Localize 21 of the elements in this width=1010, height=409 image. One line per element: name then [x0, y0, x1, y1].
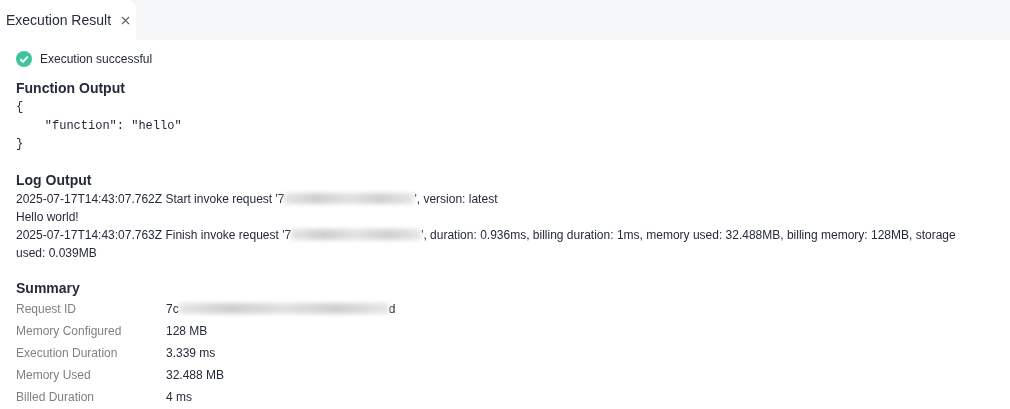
- close-icon[interactable]: [121, 15, 131, 25]
- summary-value: 4 ms: [166, 388, 192, 406]
- log-line: 2025-07-17T14:43:07.763Z Finish invoke request '7 ', duration: 0.936ms, billing duration: 1ms, memory used: 32.488MB, billing memory: 128MB, storage used: 0.039MB: [16, 226, 957, 262]
- log-line: Hello world!: [16, 208, 80, 226]
- summary-label: Request ID: [16, 300, 78, 318]
- code-line: {: [16, 99, 25, 116]
- code-line: }: [16, 136, 25, 153]
- status-text: Execution successful: [40, 51, 153, 68]
- section-heading: Function Output: [16, 79, 126, 98]
- summary-label: Billed Duration: [16, 388, 96, 406]
- summary-value: 32.488 MB: [166, 366, 225, 384]
- code-line: "function": "hello": [43, 117, 183, 135]
- summary-label: Execution Duration: [16, 344, 119, 362]
- summary-value: 128 MB: [166, 322, 208, 340]
- log-line: 2025-07-17T14:43:07.762Z Start invoke request '7 ', version: latest: [16, 190, 499, 208]
- section-heading: Summary: [16, 278, 81, 298]
- tab[interactable]: Execution Result: [0, 0, 137, 40]
- section-heading: Log Output: [16, 170, 93, 190]
- summary-label: Memory Used: [16, 366, 92, 384]
- summary-value: 3.339 ms: [166, 344, 216, 362]
- summary-label: Memory Configured: [16, 322, 123, 340]
